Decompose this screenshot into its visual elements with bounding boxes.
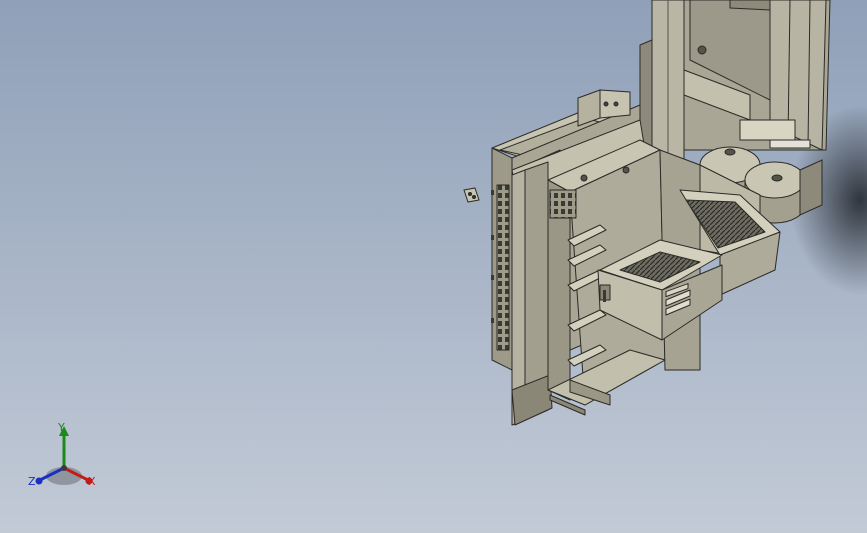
shaft-rods [769, 139, 811, 149]
coordinate-triad: Y X Z [26, 418, 106, 494]
triad-x-label: X [88, 475, 96, 488]
triad-z-label: Z [28, 475, 36, 488]
3d-viewport[interactable]: Y X Z [0, 0, 867, 533]
cad-assembly-model[interactable] [0, 0, 867, 533]
small-plate-part [463, 187, 480, 203]
triad-y-label: Y [58, 421, 65, 434]
